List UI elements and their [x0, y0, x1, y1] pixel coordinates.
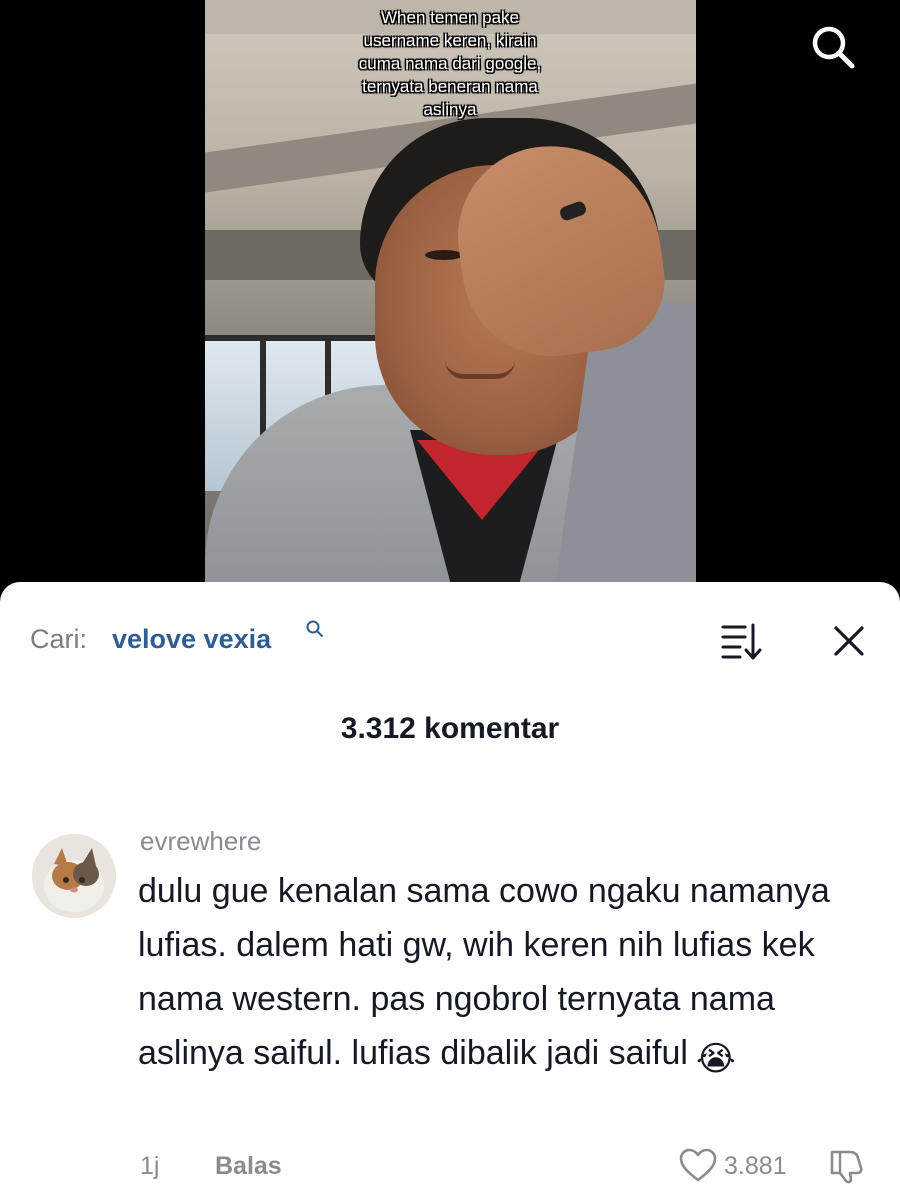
- comment-username[interactable]: evrewhere: [140, 826, 261, 857]
- close-icon[interactable]: [826, 618, 872, 664]
- comment-time: 1j: [140, 1152, 160, 1180]
- comments-count: 3.312 komentar: [340, 712, 560, 745]
- like-count: 3.881: [724, 1152, 787, 1180]
- sort-icon[interactable]: [718, 618, 764, 664]
- caption-line: When temen pake: [381, 8, 519, 27]
- heart-icon[interactable]: [678, 1146, 718, 1186]
- reply-button[interactable]: Balas: [215, 1152, 282, 1181]
- search-prefix: Cari:: [30, 624, 88, 654]
- search-icon[interactable]: [305, 619, 325, 639]
- caption-line: username keren, kirain: [363, 31, 537, 50]
- comment-meta: 1j Balas 3.881: [0, 1148, 900, 1192]
- caption-line: aslinya: [423, 100, 477, 119]
- person-mouth: [445, 360, 515, 379]
- comment-search-bar[interactable]: Cari: velove vexia: [0, 582, 900, 692]
- comments-sheet: Cari: velove vexia 3.312 komentar evrewh…: [0, 582, 900, 1200]
- video-player[interactable]: When temen pake username keren, kirain c…: [0, 0, 900, 600]
- dislike-icon[interactable]: [826, 1146, 866, 1186]
- comment-body: dulu gue kenalan sama cowo ngaku namanya…: [138, 864, 858, 1086]
- person-eye-left: [425, 250, 463, 260]
- caption-line: ternyata beneran nama: [362, 77, 538, 96]
- caption-line: cuma nama dari google,: [358, 54, 542, 73]
- search-term-link[interactable]: velove vexia: [112, 624, 271, 655]
- crying-emoji-icon: 😭: [695, 1040, 736, 1078]
- avatar[interactable]: [32, 834, 116, 918]
- search-icon[interactable]: [808, 22, 858, 72]
- video-caption: When temen pake username keren, kirain c…: [245, 6, 655, 121]
